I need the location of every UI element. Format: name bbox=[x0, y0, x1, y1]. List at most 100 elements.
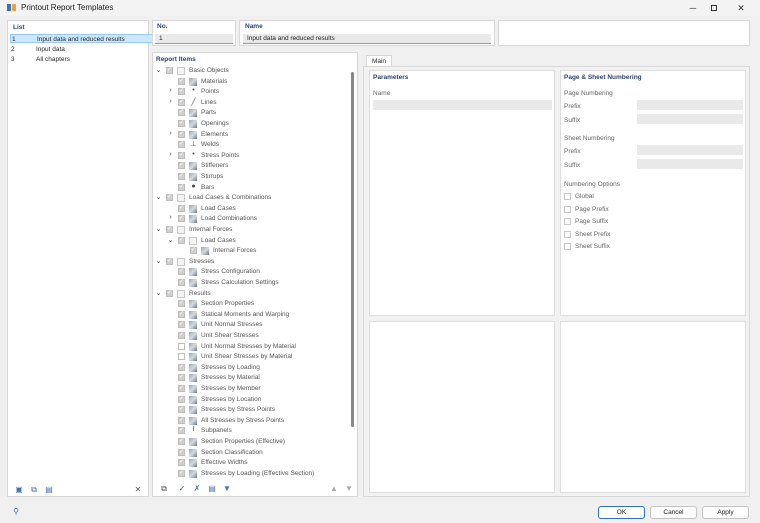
list-item[interactable]: 2 Input data bbox=[10, 45, 154, 54]
tree-checkbox[interactable] bbox=[178, 98, 185, 106]
chevron-down-icon[interactable]: ⌄ bbox=[155, 66, 162, 74]
tree-row[interactable]: › Elements bbox=[153, 130, 348, 140]
page-suffix-field[interactable] bbox=[637, 114, 743, 124]
tree-row[interactable]: Stresses by Loading bbox=[153, 363, 348, 373]
chevron-down-icon[interactable]: ⌄ bbox=[155, 225, 162, 233]
tree-row[interactable]: Load Cases bbox=[153, 204, 348, 214]
tree-row[interactable]: Stresses by Location bbox=[153, 395, 348, 405]
page-prefix-field[interactable] bbox=[637, 100, 743, 110]
tree-checkbox[interactable] bbox=[178, 437, 185, 445]
tree-row[interactable]: ● Bars bbox=[153, 183, 348, 193]
maximize-button[interactable] bbox=[701, 0, 727, 16]
chevron-right-icon[interactable]: › bbox=[167, 214, 174, 221]
new-template-button[interactable]: ▣ bbox=[13, 484, 25, 495]
tree-checkbox[interactable] bbox=[178, 426, 185, 435]
cancel-button[interactable]: Cancel bbox=[650, 506, 697, 519]
numbering-option[interactable]: Sheet Suffix bbox=[564, 243, 684, 252]
tree-row[interactable]: Materials bbox=[153, 77, 348, 87]
ok-button[interactable]: OK bbox=[598, 506, 645, 519]
option-checkbox[interactable] bbox=[564, 205, 571, 213]
tree-checkbox[interactable] bbox=[178, 236, 185, 244]
chevron-down-icon[interactable]: ⌄ bbox=[155, 289, 162, 297]
sheet-suffix-field[interactable] bbox=[637, 159, 743, 169]
numbering-option[interactable]: Page Prefix bbox=[564, 205, 684, 215]
tree-row[interactable]: › Load Combinations bbox=[153, 214, 348, 224]
import-template-button[interactable]: ▤ bbox=[43, 484, 55, 495]
tree-row[interactable]: Section Classification bbox=[153, 448, 348, 458]
tree-checkbox[interactable] bbox=[178, 204, 185, 212]
option-checkbox[interactable] bbox=[564, 193, 571, 200]
tree-row[interactable]: Statical Moments and Warping bbox=[153, 310, 348, 320]
tree-checkbox[interactable] bbox=[178, 448, 185, 456]
numbering-option[interactable]: Page Suffix bbox=[564, 218, 684, 227]
name-field[interactable]: Input data and reduced results bbox=[243, 34, 491, 44]
tree-row[interactable]: Unit Normal Stresses bbox=[153, 320, 348, 330]
tree-row[interactable]: Section Properties bbox=[153, 299, 348, 309]
tree-row[interactable]: Stresses by Member bbox=[153, 384, 348, 394]
tree-checkbox[interactable] bbox=[178, 342, 185, 350]
tree-checkbox[interactable] bbox=[178, 310, 185, 318]
tree-row[interactable]: Unit Shear Stresses by Material bbox=[153, 352, 348, 362]
tree-row[interactable]: Stress Configuration bbox=[153, 267, 348, 277]
tree-row[interactable]: Stirrups bbox=[153, 172, 348, 182]
tree-row[interactable]: › • Stress Points bbox=[153, 151, 348, 161]
tree-checkbox[interactable] bbox=[166, 289, 173, 297]
tree-checkbox[interactable] bbox=[178, 119, 185, 127]
tree-checkbox[interactable] bbox=[178, 363, 185, 371]
option-checkbox[interactable] bbox=[564, 230, 571, 238]
tree-checkbox[interactable] bbox=[178, 140, 185, 149]
expand-button[interactable]: ▤ bbox=[206, 483, 218, 494]
tree-checkbox[interactable] bbox=[178, 172, 185, 180]
chevron-right-icon[interactable]: › bbox=[167, 87, 174, 94]
tree-checkbox[interactable] bbox=[178, 405, 185, 414]
delete-template-button[interactable]: ✕ bbox=[132, 484, 144, 495]
tree-row[interactable]: ⌄ Results bbox=[153, 289, 348, 299]
tree-row[interactable]: Stresses by Loading (Effective Section) bbox=[153, 469, 348, 479]
tree-row[interactable]: Stress Calculation Settings bbox=[153, 278, 348, 288]
tree-checkbox[interactable] bbox=[166, 257, 173, 265]
tree-row[interactable]: › ╱ Lines bbox=[153, 98, 348, 108]
tree-row[interactable]: ⌄ Basic Objects bbox=[153, 66, 348, 76]
chevron-right-icon[interactable]: › bbox=[167, 151, 174, 158]
tree-checkbox[interactable] bbox=[178, 469, 185, 477]
tree-checkbox[interactable] bbox=[178, 77, 185, 85]
tree-checkbox[interactable] bbox=[178, 384, 185, 392]
chevron-down-icon[interactable]: ⌄ bbox=[167, 236, 174, 244]
no-field[interactable]: 1 bbox=[155, 34, 233, 44]
move-down-button[interactable]: ▼ bbox=[343, 483, 355, 494]
tree-row[interactable]: Internal Forces bbox=[153, 246, 348, 256]
tree-row[interactable]: Stiffeners bbox=[153, 161, 348, 171]
tree-row[interactable]: Unit Normal Stresses by Material bbox=[153, 342, 348, 352]
tree-row[interactable]: Openings bbox=[153, 119, 348, 129]
tree-checkbox[interactable] bbox=[178, 214, 185, 223]
numbering-option[interactable]: Sheet Prefix bbox=[564, 230, 684, 240]
tree-settings-button[interactable]: ⧉ bbox=[158, 483, 170, 494]
tree-checkbox[interactable] bbox=[178, 373, 185, 382]
tree-row[interactable]: ⌄ Stresses bbox=[153, 257, 348, 267]
tree-checkbox[interactable] bbox=[166, 193, 173, 202]
filter-button[interactable]: ▼ bbox=[221, 483, 233, 494]
option-checkbox[interactable] bbox=[564, 243, 571, 250]
tree-row[interactable]: Stresses by Material bbox=[153, 373, 348, 383]
numbering-option[interactable]: Global bbox=[564, 193, 684, 202]
tree-row[interactable]: ⊥ Welds bbox=[153, 140, 348, 150]
list-item[interactable]: 1 Input data and reduced results bbox=[10, 34, 154, 43]
tree-row[interactable]: Parts bbox=[153, 108, 348, 118]
tree-checkbox[interactable] bbox=[178, 320, 185, 329]
tree-checkbox[interactable] bbox=[178, 87, 185, 96]
tree-checkbox[interactable] bbox=[178, 267, 185, 276]
tree-checkbox[interactable] bbox=[178, 278, 185, 286]
sheet-prefix-field[interactable] bbox=[637, 145, 743, 155]
tree-checkbox[interactable] bbox=[166, 225, 173, 233]
tree-checkbox[interactable] bbox=[178, 458, 185, 467]
tree-checkbox[interactable] bbox=[178, 183, 185, 191]
close-button[interactable]: ✕ bbox=[728, 0, 754, 16]
tree-checkbox[interactable] bbox=[178, 331, 185, 339]
tree-row[interactable]: All Stresses by Stress Points bbox=[153, 416, 348, 426]
chevron-right-icon[interactable]: › bbox=[167, 130, 174, 137]
tree-checkbox[interactable] bbox=[178, 161, 185, 170]
tree-row[interactable]: Effective Widths bbox=[153, 458, 348, 468]
list-item[interactable]: 3 All chapters bbox=[10, 55, 154, 64]
chevron-down-icon[interactable]: ⌄ bbox=[155, 257, 162, 265]
tree-checkbox[interactable] bbox=[178, 353, 185, 361]
